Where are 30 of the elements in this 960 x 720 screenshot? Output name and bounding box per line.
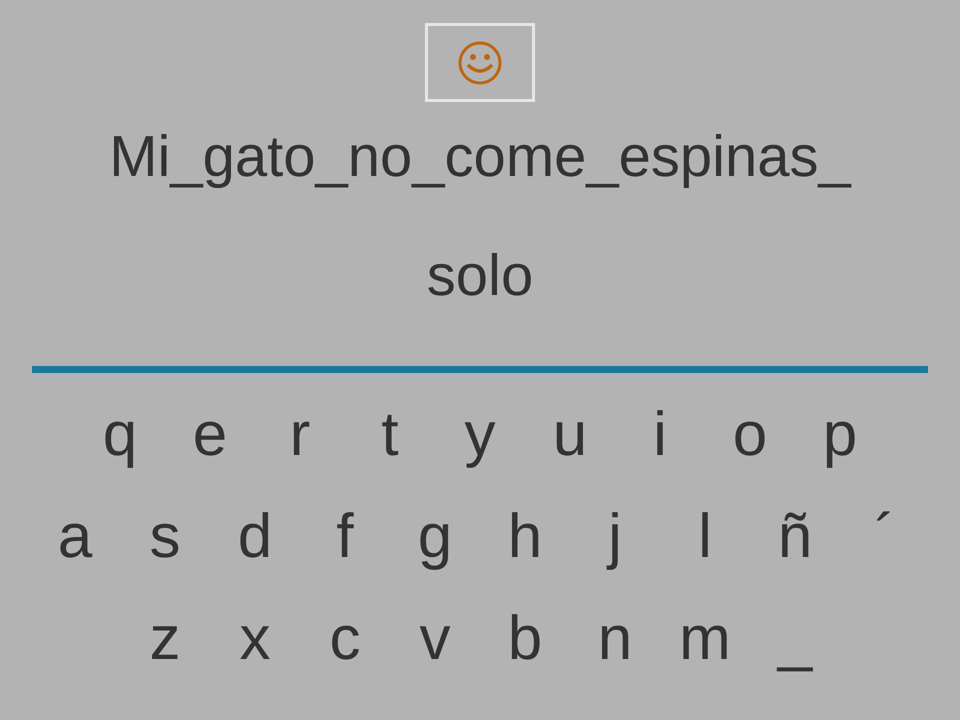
letter-key[interactable]: x (210, 606, 300, 672)
letter-key[interactable]: t (345, 402, 435, 468)
letter-key[interactable]: m (660, 606, 750, 672)
letter-key[interactable]: a (30, 504, 120, 570)
letter-key[interactable]: u (525, 402, 615, 468)
letter-key[interactable]: l (660, 504, 750, 570)
letter-key[interactable]: c (300, 606, 390, 672)
letter-key[interactable]: ñ (750, 504, 840, 570)
letter-key[interactable]: v (390, 606, 480, 672)
letter-key[interactable]: z (120, 606, 210, 672)
letter-key[interactable]: ´ (840, 504, 930, 570)
letter-key[interactable]: r (255, 402, 345, 468)
letter-key[interactable]: _ (750, 606, 840, 672)
letter-key[interactable]: y (435, 402, 525, 468)
letter-key[interactable]: p (795, 402, 885, 468)
letter-key[interactable]: d (210, 504, 300, 570)
phrase-text: Mi_gato_no_come_espinas_ (109, 125, 851, 189)
phrase-text: solo (426, 244, 534, 308)
letter-key[interactable]: q (75, 402, 165, 468)
letter-key[interactable]: s (120, 504, 210, 570)
letter-key[interactable]: i (615, 402, 705, 468)
letter-key[interactable]: h (480, 504, 570, 570)
letter-key[interactable]: f (300, 504, 390, 570)
smiley-icon (458, 40, 502, 84)
letter-key[interactable]: n (570, 606, 660, 672)
letter-key[interactable]: b (480, 606, 570, 672)
letter-key[interactable]: g (390, 504, 480, 570)
letter-key[interactable]: o (705, 402, 795, 468)
letter-key[interactable]: j (570, 504, 660, 570)
letter-key[interactable]: e (165, 402, 255, 468)
